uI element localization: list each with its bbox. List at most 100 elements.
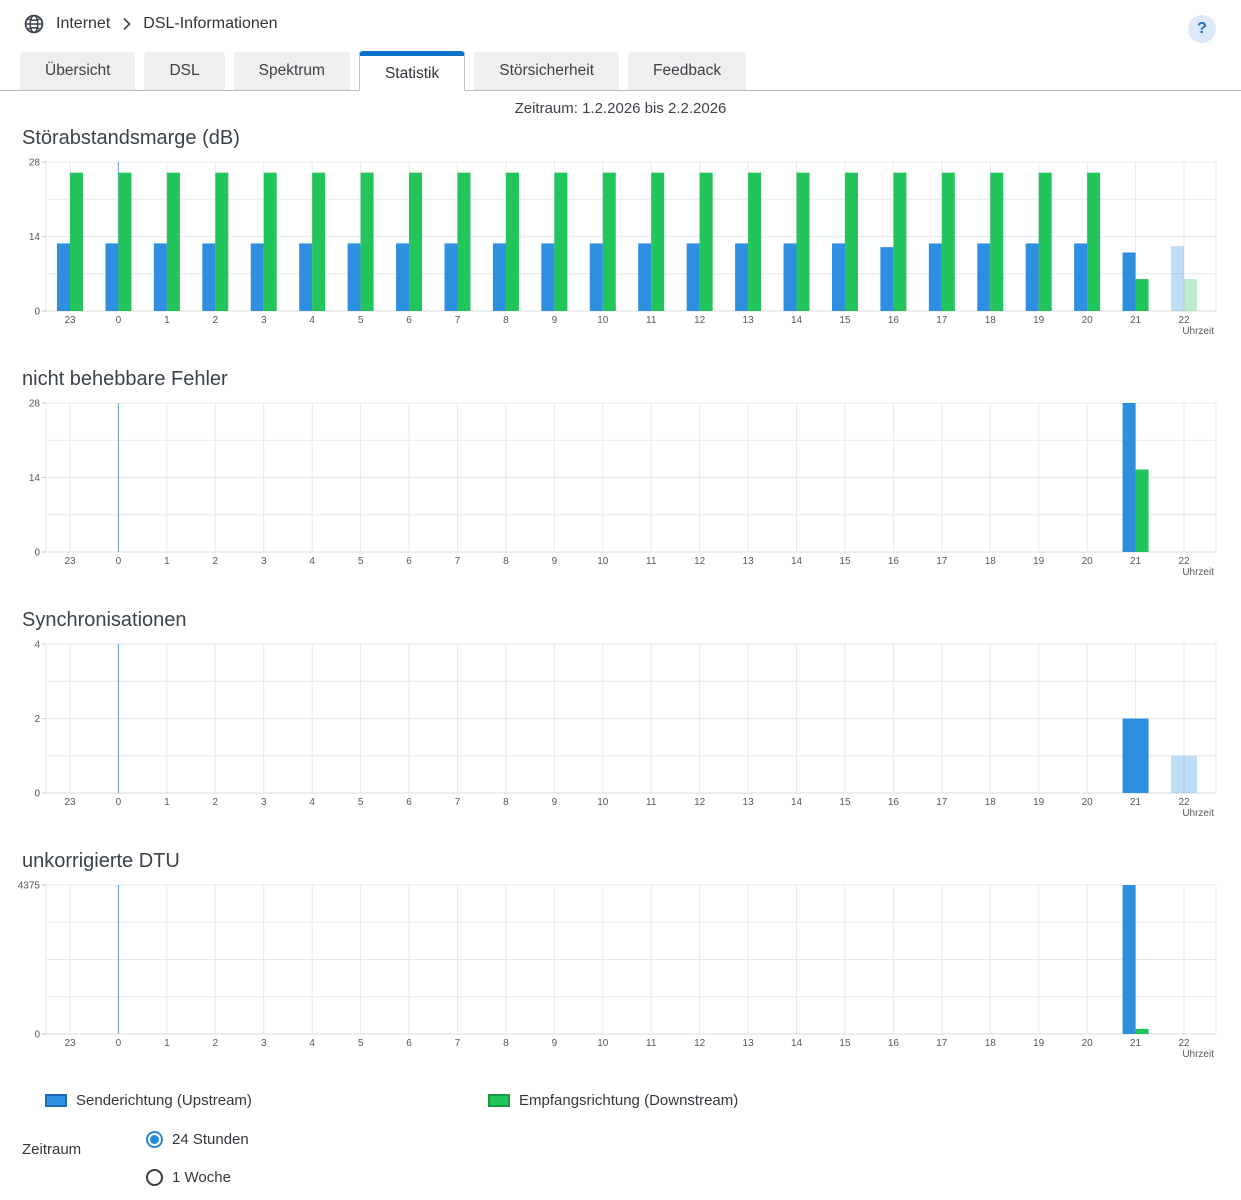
svg-text:2: 2: [213, 315, 219, 326]
bars-downstream-1: [1136, 470, 1149, 552]
tab-statistik[interactable]: Statistik: [359, 51, 465, 91]
chart-title-unkorrigierte-dtu: unkorrigierte DTU: [22, 850, 1219, 873]
svg-text:7: 7: [455, 797, 461, 808]
legend-swatch-downstream: [488, 1094, 510, 1107]
breadcrumb: Internet DSL-Informationen: [24, 14, 1217, 34]
chart-plot-synchronisationen: 0242301234567891011121314151617181920212…: [22, 638, 1218, 820]
svg-text:20: 20: [1082, 556, 1094, 567]
svg-text:0: 0: [116, 797, 122, 808]
svg-text:14: 14: [791, 797, 803, 808]
svg-text:4: 4: [309, 315, 315, 326]
svg-text:9: 9: [552, 1038, 558, 1049]
svg-text:14: 14: [29, 473, 41, 484]
svg-text:14: 14: [791, 556, 803, 567]
svg-text:19: 19: [1033, 556, 1045, 567]
svg-text:15: 15: [839, 315, 851, 326]
svg-text:4: 4: [309, 556, 315, 567]
svg-text:23: 23: [64, 315, 76, 326]
gridlines: [46, 885, 1216, 1034]
svg-text:4375: 4375: [18, 881, 41, 892]
svg-text:12: 12: [694, 797, 706, 808]
gridlines: [46, 644, 1216, 793]
tab-uebersicht[interactable]: Übersicht: [20, 52, 135, 90]
x-axis-title: Uhrzeit: [1182, 1049, 1214, 1060]
tab-spektrum[interactable]: Spektrum: [234, 52, 350, 90]
x-axis-labels: 23012345678910111213141516171819202122Uh…: [64, 315, 1214, 337]
svg-text:9: 9: [552, 797, 558, 808]
legend-label-downstream: Empfangsrichtung (Downstream): [519, 1092, 738, 1109]
legend-upstream: Senderichtung (Upstream): [45, 1092, 488, 1109]
x-axis-title: Uhrzeit: [1182, 567, 1214, 578]
svg-text:22: 22: [1178, 797, 1190, 808]
gridlines: [46, 403, 1216, 552]
zeitraum-label: Zeitraum: [22, 1131, 146, 1186]
svg-text:10: 10: [597, 1038, 609, 1049]
tab-stoersicherheit[interactable]: Störsicherheit: [474, 52, 619, 90]
svg-text:8: 8: [503, 315, 509, 326]
svg-text:2: 2: [213, 1038, 219, 1049]
chart-title-stoerabstandsmarge: Störabstandsmarge (dB): [22, 127, 1219, 150]
svg-text:2: 2: [213, 556, 219, 567]
svg-text:1: 1: [164, 1038, 170, 1049]
svg-text:8: 8: [503, 1038, 509, 1049]
svg-text:11: 11: [646, 1038, 657, 1049]
chart-title-synchronisationen: Synchronisationen: [22, 609, 1219, 632]
y-axis-labels: 04375: [18, 881, 46, 1041]
tab-bar: ÜbersichtDSL SpektrumStatistikStörsicherh…: [0, 52, 1241, 91]
svg-text:4: 4: [34, 640, 40, 651]
radio-label-1-woche: 1 Woche: [172, 1169, 231, 1186]
svg-text:0: 0: [116, 1038, 122, 1049]
svg-text:23: 23: [64, 556, 76, 567]
svg-text:10: 10: [597, 315, 609, 326]
radio-label-24-stunden: 24 Stunden: [172, 1131, 249, 1148]
svg-text:22: 22: [1178, 315, 1190, 326]
svg-text:6: 6: [406, 556, 412, 567]
svg-text:0: 0: [116, 556, 122, 567]
breadcrumb-section[interactable]: Internet: [56, 15, 110, 33]
svg-text:5: 5: [358, 556, 364, 567]
bars-downstream-1: [1136, 1029, 1149, 1034]
radio-24-stunden-selected[interactable]: [146, 1131, 163, 1148]
svg-text:21: 21: [1130, 1038, 1142, 1049]
svg-text:3: 3: [261, 797, 267, 808]
svg-text:8: 8: [503, 797, 509, 808]
tab-dsl[interactable]: DSL: [144, 52, 224, 90]
svg-text:17: 17: [936, 315, 948, 326]
svg-text:5: 5: [358, 797, 364, 808]
x-axis-title: Uhrzeit: [1182, 808, 1214, 819]
svg-text:28: 28: [29, 158, 41, 169]
svg-text:11: 11: [646, 797, 657, 808]
svg-text:16: 16: [888, 797, 900, 808]
svg-text:6: 6: [406, 315, 412, 326]
svg-text:5: 5: [358, 1038, 364, 1049]
svg-text:23: 23: [64, 1038, 76, 1049]
svg-text:11: 11: [646, 556, 657, 567]
y-axis-labels: 01428: [29, 158, 46, 318]
svg-text:17: 17: [936, 1038, 948, 1049]
svg-text:10: 10: [597, 797, 609, 808]
radio-1-woche[interactable]: [146, 1169, 163, 1186]
svg-text:9: 9: [552, 315, 558, 326]
chevron-right-icon: [122, 17, 131, 31]
svg-text:8: 8: [503, 556, 509, 567]
page-header: Internet DSL-Informationen ?: [0, 0, 1241, 52]
radio-option-24-stunden[interactable]: 24 Stunden: [146, 1131, 249, 1148]
svg-text:1: 1: [164, 315, 170, 326]
radio-option-1-woche[interactable]: 1 Woche: [146, 1169, 249, 1186]
svg-text:14: 14: [791, 1038, 803, 1049]
help-button[interactable]: ?: [1188, 15, 1216, 43]
svg-text:3: 3: [261, 1038, 267, 1049]
svg-text:12: 12: [694, 315, 706, 326]
svg-text:9: 9: [552, 556, 558, 567]
svg-text:21: 21: [1130, 315, 1142, 326]
svg-text:28: 28: [29, 399, 41, 410]
breadcrumb-page: DSL-Informationen: [143, 15, 277, 33]
tab-feedback[interactable]: Feedback: [628, 52, 746, 90]
svg-text:1: 1: [164, 797, 170, 808]
chart-plot-stoerabstandsmarge: 0142823012345678910111213141516171819202…: [22, 156, 1218, 338]
svg-text:18: 18: [985, 1038, 997, 1049]
svg-text:5: 5: [358, 315, 364, 326]
svg-text:0: 0: [34, 789, 40, 800]
svg-text:3: 3: [261, 315, 267, 326]
svg-text:23: 23: [64, 797, 76, 808]
